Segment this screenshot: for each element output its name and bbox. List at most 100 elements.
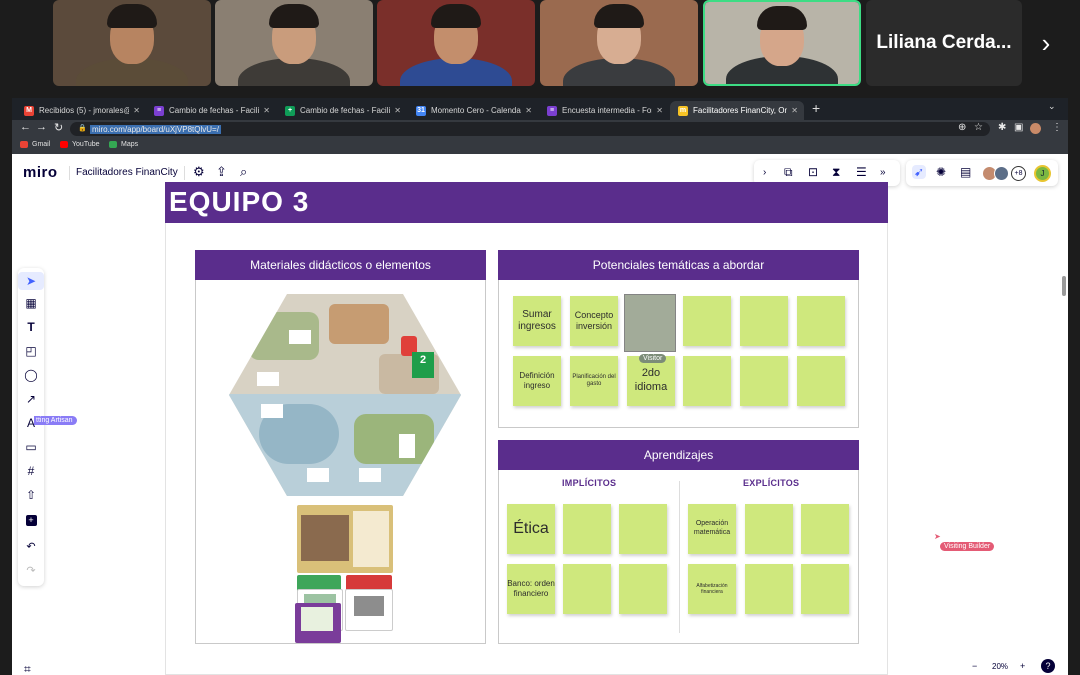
collaborator-avatar[interactable]	[994, 166, 1009, 181]
sticky-note[interactable]	[619, 564, 667, 614]
sticky-note[interactable]	[801, 504, 849, 554]
sticky-note[interactable]: Banco: orden financiero	[507, 564, 555, 614]
sticky-note[interactable]	[563, 504, 611, 554]
help-icon[interactable]: ?	[1041, 659, 1055, 673]
connector-line-icon[interactable]: ↗	[18, 392, 44, 406]
sticky-note[interactable]	[619, 504, 667, 554]
sticky-note[interactable]	[801, 564, 849, 614]
lock-icon[interactable]: 🔒	[78, 124, 87, 132]
chevron-right-icon[interactable]: ›	[763, 167, 766, 178]
profile-avatar[interactable]	[1030, 123, 1041, 134]
sticky-note[interactable]: Ética	[507, 504, 555, 554]
bookmark-youtube[interactable]: YouTube	[60, 141, 100, 148]
zoom-level[interactable]: 20%	[992, 662, 1008, 671]
materiales-panel[interactable]: Materiales didácticos o elementos 2	[195, 250, 486, 644]
close-icon[interactable]: ✕	[133, 106, 140, 115]
sticky-note[interactable]	[797, 356, 845, 406]
sticky-note[interactable]: 2do idioma	[627, 356, 675, 406]
browser-tab[interactable]: 31 Momento Cero - Calendar - Se ✕	[408, 101, 538, 120]
side-panel-icon[interactable]: ▣	[1014, 122, 1023, 133]
comments-icon[interactable]: ▤	[960, 165, 971, 179]
templates-icon[interactable]: ▦	[18, 296, 44, 310]
plus-more-tools-icon[interactable]: +	[18, 512, 44, 526]
more-collaborators-count[interactable]: +8	[1011, 166, 1026, 181]
timer-icon[interactable]: ⧗	[832, 165, 840, 180]
browser-tab[interactable]: ≡ Encuesta intermedia - Formula ✕	[539, 101, 669, 120]
aprendizajes-panel[interactable]: Aprendizajes IMPLÍCITOS EXPLÍCITOS Ética…	[498, 440, 859, 644]
participant-video-tile-active-speaker[interactable]	[703, 0, 861, 86]
search-icon[interactable]: ⌕	[240, 164, 247, 180]
undo-icon[interactable]: ↶	[18, 540, 44, 553]
settings-gear-icon[interactable]: ⚙	[193, 164, 205, 180]
board-game-image[interactable]: 2	[229, 294, 461, 496]
cursor-select-icon[interactable]: ➹	[912, 165, 927, 179]
sticky-note[interactable]	[740, 296, 788, 346]
game-card-image[interactable]	[297, 505, 393, 573]
participant-video-tile[interactable]	[53, 0, 211, 86]
frames-list-icon[interactable]: ⌗	[24, 662, 31, 675]
sticky-note[interactable]	[745, 564, 793, 614]
kebab-menu-icon[interactable]: ⋮	[1052, 122, 1062, 133]
browser-tab[interactable]: M Recibidos (5) - jmorales@mom ✕	[16, 101, 146, 120]
shapes-icon[interactable]: ◯	[18, 368, 44, 382]
sticky-note[interactable]	[683, 356, 731, 406]
new-tab-plus-icon[interactable]: +	[812, 100, 820, 116]
close-icon[interactable]: ✕	[394, 106, 401, 115]
select-cursor-icon[interactable]: ➤	[18, 272, 44, 290]
back-arrow-icon[interactable]: ←	[20, 121, 31, 133]
bookmark-maps[interactable]: Maps	[109, 141, 138, 148]
text-tool-icon[interactable]: T	[18, 320, 44, 334]
comment-icon[interactable]: ▭	[18, 440, 44, 454]
upload-export-icon[interactable]: ⇪	[216, 164, 227, 180]
vertical-scrollbar[interactable]	[1062, 276, 1066, 296]
game-card-image[interactable]	[345, 589, 393, 631]
sticky-note[interactable]: Alfabetización financiera	[688, 564, 736, 614]
close-icon[interactable]: ✕	[525, 106, 532, 115]
notes-icon[interactable]: ☰	[856, 165, 867, 179]
star-icon[interactable]: ☆	[974, 122, 983, 133]
browser-tab[interactable]: + Cambio de fechas - Facilitador ✕	[277, 101, 407, 120]
participant-video-tile[interactable]	[215, 0, 373, 86]
focus-frame-icon[interactable]: ⊡	[808, 165, 818, 179]
participant-video-tile[interactable]	[540, 0, 698, 86]
sticky-note[interactable]	[745, 504, 793, 554]
game-card-image[interactable]	[295, 603, 341, 643]
sticky-note[interactable]: Concepto inversión	[570, 296, 618, 346]
zoom-out-icon[interactable]: −	[972, 661, 977, 671]
upload-icon[interactable]: ⇧	[18, 488, 44, 502]
zoom-in-icon[interactable]: +	[1020, 661, 1025, 671]
tematicas-panel[interactable]: Potenciales temáticas a abordar Sumar in…	[498, 250, 859, 428]
browser-tab-active[interactable]: m Facilitadores FinanCity, Online ✕	[670, 101, 804, 120]
close-icon[interactable]: ✕	[791, 106, 798, 115]
more-chevron-icon[interactable]: »	[880, 167, 886, 178]
current-user-avatar[interactable]: J	[1034, 165, 1051, 182]
sticky-note-being-edited[interactable]	[624, 294, 676, 352]
sticky-note-icon[interactable]: ◰	[18, 344, 44, 358]
sticky-note[interactable]	[563, 564, 611, 614]
sticky-note[interactable]: Definición ingreso	[513, 356, 561, 406]
sticky-note[interactable]: Operación matemática	[688, 504, 736, 554]
present-icon[interactable]: ⧉	[784, 165, 793, 180]
bookmark-gmail[interactable]: Gmail	[20, 141, 50, 148]
close-icon[interactable]: ✕	[656, 106, 663, 115]
reactions-party-icon[interactable]: ✺	[936, 165, 946, 179]
extensions-puzzle-icon[interactable]: ✱	[998, 122, 1006, 133]
board-name[interactable]: Facilitadores FinanCity	[76, 167, 178, 178]
chevron-right-icon[interactable]: ›	[1032, 26, 1060, 60]
forward-arrow-icon[interactable]: →	[36, 121, 47, 133]
browser-tab[interactable]: ≡ Cambio de fechas - Facilitador ✕	[146, 101, 276, 120]
participant-video-tile[interactable]	[377, 0, 535, 86]
participant-name-tile[interactable]: Liliana Cerda...	[866, 0, 1022, 86]
reload-icon[interactable]: ↻	[54, 121, 63, 134]
sticky-note[interactable]: Sumar ingresos	[513, 296, 561, 346]
chevron-down-icon[interactable]: ⌄	[1048, 101, 1056, 112]
redo-icon[interactable]: ↷	[18, 564, 44, 577]
address-bar[interactable]: miro.com/app/board/uXjVP8tQlvU=/	[70, 122, 990, 136]
sticky-note[interactable]	[797, 296, 845, 346]
frame-icon[interactable]: #	[18, 464, 44, 478]
miro-logo[interactable]: miro	[23, 164, 58, 181]
close-icon[interactable]: ✕	[263, 106, 270, 115]
share-icon[interactable]: ⊕	[958, 122, 966, 133]
sticky-note[interactable]: Planificación del gasto	[570, 356, 618, 406]
sticky-note[interactable]	[683, 296, 731, 346]
